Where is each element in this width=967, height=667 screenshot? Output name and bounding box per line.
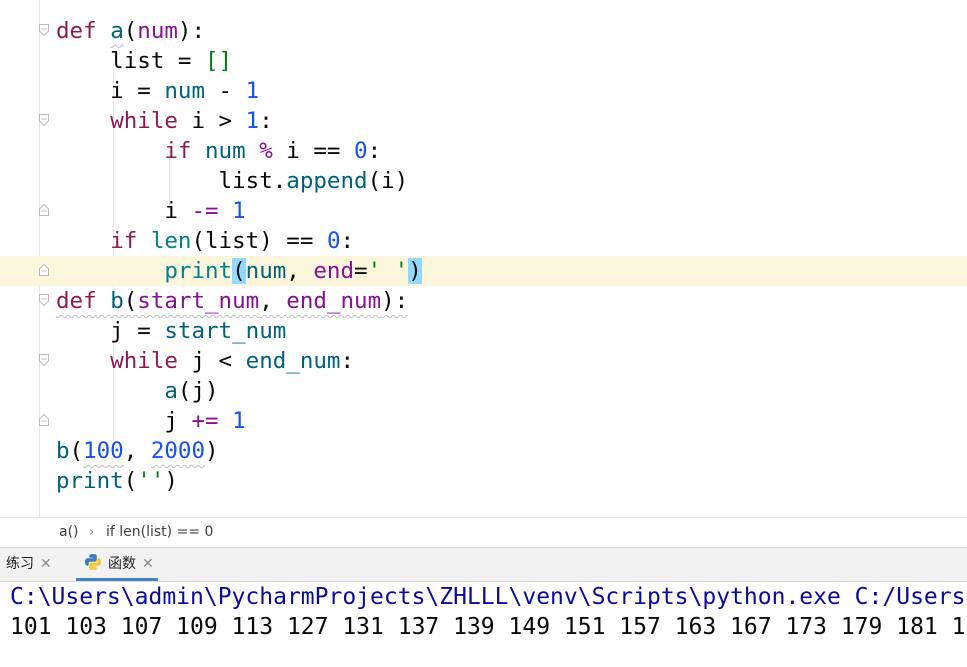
code-line-13[interactable]: a(j)	[0, 376, 967, 406]
fold-end-icon[interactable]	[39, 264, 49, 276]
code-text: print('')	[56, 468, 178, 494]
fold-collapse-icon[interactable]	[39, 294, 49, 306]
code-line-5[interactable]: if num % i == 0:	[0, 136, 967, 166]
tab-run-练习[interactable]: 练习 ✕	[6, 548, 52, 581]
breadcrumb-item-if[interactable]: if len(list) == 0	[106, 518, 213, 547]
fold-collapse-icon[interactable]	[39, 114, 49, 126]
code-text: list.append(i)	[56, 168, 409, 194]
code-line-8[interactable]: if len(list) == 0:	[0, 226, 967, 256]
code-text: print(num, end=' ')	[164, 258, 422, 284]
console-command-line: C:\Users\admin\PycharmProjects\ZHLLL\ven…	[10, 584, 966, 610]
run-console[interactable]: C:\Users\admin\PycharmProjects\ZHLLL\ven…	[0, 582, 967, 667]
code-text: list = []	[56, 48, 233, 74]
code-line-4[interactable]: while i > 1:	[0, 106, 967, 136]
run-tool-window-tabs: 练习 ✕ 函数 ✕	[0, 547, 967, 582]
tab-label: 函数	[108, 556, 136, 572]
fold-collapse-icon[interactable]	[39, 354, 49, 366]
code-text: def a(num):	[56, 18, 206, 44]
code-line-15[interactable]: b(100, 2000)	[0, 436, 967, 466]
python-icon	[85, 554, 101, 570]
code-text: j = start_num	[56, 318, 287, 344]
code-text: while i > 1:	[110, 108, 273, 134]
breadcrumb-separator: ›	[89, 525, 95, 540]
code-line-7[interactable]: i -= 1	[0, 196, 967, 226]
code-text: i -= 1	[56, 198, 246, 224]
code-line-10[interactable]: def b(start_num, end_num):	[0, 286, 967, 316]
code-line-16[interactable]: print('')	[0, 466, 967, 496]
console-output-line: 101 103 107 109 113 127 131 137 139 149 …	[10, 614, 966, 640]
breadcrumb-item-function[interactable]: a()	[59, 518, 79, 547]
code-line-9-current[interactable]: print(num, end=' ')	[0, 256, 967, 286]
code-line-14[interactable]: j += 1	[0, 406, 967, 436]
code-text: a(j)	[164, 378, 219, 404]
code-text: j += 1	[56, 408, 246, 434]
fold-end-icon[interactable]	[39, 204, 49, 216]
code-text: if len(list) == 0:	[110, 228, 355, 254]
code-line-12[interactable]: while j < end_num:	[0, 346, 967, 376]
code-line-6[interactable]: list.append(i)	[0, 166, 967, 196]
code-text: if num % i == 0:	[164, 138, 382, 164]
code-text: while j < end_num:	[110, 348, 355, 374]
fold-collapse-icon[interactable]	[39, 24, 49, 36]
tab-run-函数[interactable]: 函数 ✕	[76, 548, 158, 581]
code-text: b(100, 2000)	[56, 438, 219, 464]
code-line-2[interactable]: list = []	[0, 46, 967, 76]
close-icon[interactable]: ✕	[40, 556, 52, 572]
breadcrumb: a() › if len(list) == 0	[0, 517, 967, 547]
code-text: def b(start_num, end_num):	[56, 288, 409, 314]
code-line-11[interactable]: j = start_num	[0, 316, 967, 346]
code-text: i = num - 1	[56, 78, 260, 104]
close-icon[interactable]: ✕	[142, 556, 154, 572]
fold-end-icon[interactable]	[39, 414, 49, 426]
code-line-1[interactable]: def a(num):	[0, 16, 967, 46]
tab-label: 练习	[6, 556, 34, 572]
code-editor[interactable]: def a(num): list = [] i = num - 1 while …	[0, 0, 967, 517]
code-line-3[interactable]: i = num - 1	[0, 76, 967, 106]
